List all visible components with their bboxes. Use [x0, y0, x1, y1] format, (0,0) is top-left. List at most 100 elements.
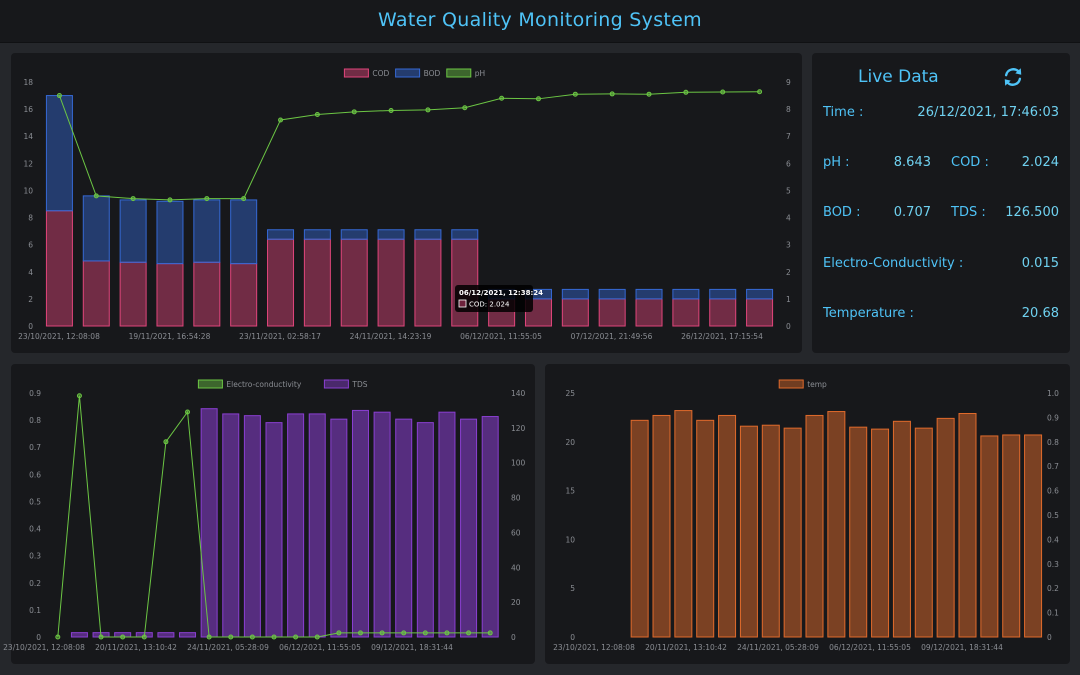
y-left-tick-label: 2 [28, 295, 33, 304]
tds-bar [330, 418, 348, 638]
temp-bar [871, 428, 890, 638]
temp-bar [892, 420, 911, 638]
ph-point [646, 91, 652, 97]
y-left-tick-label: 0.5 [29, 497, 41, 506]
ec-label: Electro-Conductivity : [823, 256, 964, 271]
y-right-tick-label: 80 [511, 494, 521, 503]
tds-bar [438, 411, 456, 638]
cod-bar [82, 260, 110, 327]
y-right-tick-label: 1 [786, 295, 791, 304]
cod-bar [635, 298, 663, 327]
live-data-panel: Live Data Time : 26/12/2021, 17:46:03 pH… [812, 53, 1070, 353]
bod-bar [267, 229, 295, 240]
bod-bar [451, 229, 479, 240]
ec-point [314, 634, 320, 640]
bod-bar [119, 199, 147, 263]
ph-point [93, 193, 99, 199]
app-header: Water Quality Monitoring System [0, 0, 1080, 43]
y-right-tick-label: 0.2 [1047, 584, 1059, 593]
tds-bar [481, 416, 499, 638]
tds-bar [287, 413, 305, 638]
tds-bar [460, 418, 478, 638]
temperature-label: Temperature : [823, 306, 914, 321]
x-tick-label: 06/12/2021, 11:55:05 [279, 643, 361, 652]
y-left-tick-label: 5 [570, 584, 575, 593]
bod-bar [746, 288, 774, 300]
ph-point [56, 93, 62, 99]
x-tick-label: 23/10/2021, 12:08:08 [3, 643, 85, 652]
y-right-tick-label: 0.8 [1047, 438, 1059, 447]
y-right-tick-label: 0.4 [1047, 535, 1059, 544]
temp-bar [674, 410, 693, 638]
cod-bar [119, 261, 147, 327]
time-value: 26/12/2021, 17:46:03 [917, 105, 1059, 120]
tds-bar [416, 422, 434, 638]
y-left-tick-label: 0 [570, 633, 575, 642]
x-tick-label: 24/11/2021, 05:28:09 [737, 643, 819, 652]
bod-bar [303, 229, 331, 240]
temp-bar [696, 419, 715, 638]
ec-point [249, 634, 255, 640]
y-right-tick-label: 100 [511, 459, 526, 468]
bod-bar [672, 288, 700, 300]
y-left-tick-label: 0.4 [29, 525, 41, 534]
bod-bar [561, 288, 589, 300]
y-left-tick-label: 0.6 [29, 470, 41, 479]
temp-bar [805, 414, 824, 638]
ec-point [98, 634, 104, 640]
ph-line [58, 91, 760, 201]
y-right-tick-label: 120 [511, 424, 526, 433]
y-right-tick-label: 7 [786, 132, 791, 141]
bod-bar [340, 229, 368, 240]
cod-bar [414, 238, 442, 327]
y-right-tick-label: 4 [786, 214, 791, 223]
ph-point [130, 196, 136, 202]
ph-point [535, 96, 541, 102]
ec-point [357, 630, 363, 636]
y-right-tick-label: 0 [786, 322, 791, 331]
x-tick-label: 06/12/2021, 11:55:05 [829, 643, 911, 652]
bod-bar [193, 199, 221, 263]
legend-label: COD [372, 69, 389, 78]
y-right-tick-label: 6 [786, 159, 791, 168]
tds-value: 126.500 [1005, 205, 1059, 220]
cod-bar [193, 261, 221, 327]
ec-point [163, 439, 169, 445]
cod-bod-ph-chart[interactable]: 024681012141618012345678923/10/2021, 12:… [11, 53, 802, 353]
ph-point [609, 91, 615, 97]
tooltip-title: 06/12/2021, 12:38:24 [459, 289, 543, 297]
ph-point [757, 89, 763, 95]
y-right-tick-label: 0.7 [1047, 462, 1059, 471]
bod-value: 0.707 [893, 205, 931, 220]
temp-bar [849, 426, 868, 638]
ph-point [683, 89, 689, 95]
y-right-tick-label: 5 [786, 186, 791, 195]
y-left-tick-label: 14 [23, 132, 33, 141]
cod-bar [156, 263, 184, 327]
temperature-chart[interactable]: 0 5 10 15 20 25 0 0.1 0.2 0.3 0.4 0.5 0.6 0.7 0.8 0.9 1.… [545, 364, 1070, 664]
ph-point [462, 105, 468, 111]
ec-tds-chart-panel: 0 0.1 0.2 0.3 0.4 0.5 0.6 0.7 0.8 0.9 0 20 40 60 80 100… [3, 364, 535, 664]
ec-point [466, 630, 472, 636]
temp-bar [1024, 434, 1043, 638]
refresh-icon[interactable] [1002, 66, 1024, 88]
x-tick-label: 26/12/2021, 17:15:54 [681, 332, 763, 341]
legend-swatch [197, 379, 223, 389]
ec-point [228, 634, 234, 640]
bod-bar [156, 200, 184, 265]
tds-bar [265, 422, 283, 638]
y-left-tick-label: 0 [28, 322, 33, 331]
y-left-tick-label: 0.8 [29, 416, 41, 425]
ph-point [167, 197, 173, 203]
ec-point [444, 630, 450, 636]
ec-tds-chart[interactable]: 0 0.1 0.2 0.3 0.4 0.5 0.6 0.7 0.8 0.9 0 20 40 60 80 100… [3, 364, 535, 664]
legend-label: BOD [424, 69, 441, 78]
y-right-tick-label: 8 [786, 105, 791, 114]
ph-point [388, 107, 394, 113]
cod-bar [561, 298, 589, 327]
bod-bar [414, 229, 442, 240]
ph-point [425, 107, 431, 113]
bod-bar [230, 199, 258, 265]
live-data-title: Live Data [858, 67, 939, 87]
y-right-tick-label: 1.0 [1047, 389, 1059, 398]
